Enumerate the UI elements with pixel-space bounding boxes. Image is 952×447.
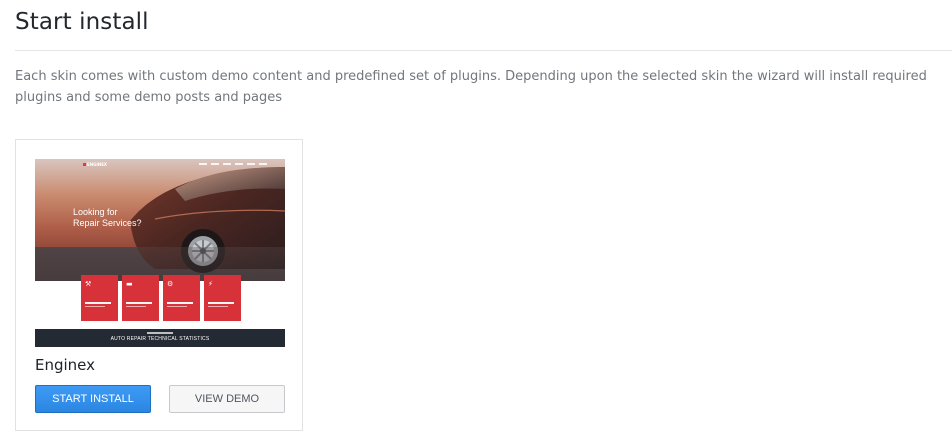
service-box-subtitle xyxy=(126,306,146,307)
start-install-button[interactable]: START INSTALL xyxy=(35,385,151,413)
service-box-title xyxy=(167,302,193,304)
service-box-subtitle xyxy=(208,306,228,307)
preview-nav-item xyxy=(223,163,231,165)
service-box: ▬ xyxy=(122,275,159,321)
service-box-subtitle xyxy=(167,306,187,307)
stats-bar-title: AUTO REPAIR TECHNICAL STATISTICS xyxy=(110,336,210,342)
preview-nav-item xyxy=(247,163,255,165)
stats-bar-caption xyxy=(147,332,173,334)
view-demo-button[interactable]: VIEW DEMO xyxy=(169,385,285,413)
preview-headline-line2: Repair Services? xyxy=(73,218,142,228)
preview-logo-text: ENGINEX xyxy=(87,162,108,167)
preview-logo: ENGINEX xyxy=(83,162,107,167)
preview-service-boxes: ⚒ ▬ ⚙ ⚡︎ xyxy=(81,275,241,321)
title-divider xyxy=(15,50,952,51)
car-icon: ▬ xyxy=(126,280,133,288)
service-box-title xyxy=(85,302,111,304)
service-box: ⚙ xyxy=(163,275,200,321)
service-box-subtitle xyxy=(85,306,105,307)
page-title: Start install xyxy=(15,9,149,35)
preview-nav xyxy=(199,163,267,165)
service-box-title xyxy=(126,302,152,304)
gear-icon: ⚙ xyxy=(167,280,174,288)
service-box-title xyxy=(208,302,234,304)
page-description: Each skin comes with custom demo content… xyxy=(15,69,927,105)
preview-headline: Looking for Repair Services? xyxy=(73,207,142,229)
preview-nav-item xyxy=(211,163,219,165)
preview-stats-bar: AUTO REPAIR TECHNICAL STATISTICS xyxy=(35,329,285,347)
skin-name: Enginex xyxy=(35,356,96,374)
preview-hero: ENGINEX Looking for Repair Services? xyxy=(35,159,285,281)
service-box: ⚒ xyxy=(81,275,118,321)
bolt-icon: ⚡︎ xyxy=(208,280,213,288)
preview-nav-item xyxy=(199,163,207,165)
skin-preview-image[interactable]: ENGINEX Looking for Repair Services? ⚒ ▬… xyxy=(35,159,285,347)
preview-nav-item xyxy=(259,163,267,165)
wrench-icon: ⚒ xyxy=(85,280,92,288)
skin-card-enginex: ENGINEX Looking for Repair Services? ⚒ ▬… xyxy=(15,139,303,431)
service-box: ⚡︎ xyxy=(204,275,241,321)
preview-nav-item xyxy=(235,163,243,165)
logo-mark-icon xyxy=(83,163,86,166)
preview-headline-line1: Looking for xyxy=(73,207,118,217)
